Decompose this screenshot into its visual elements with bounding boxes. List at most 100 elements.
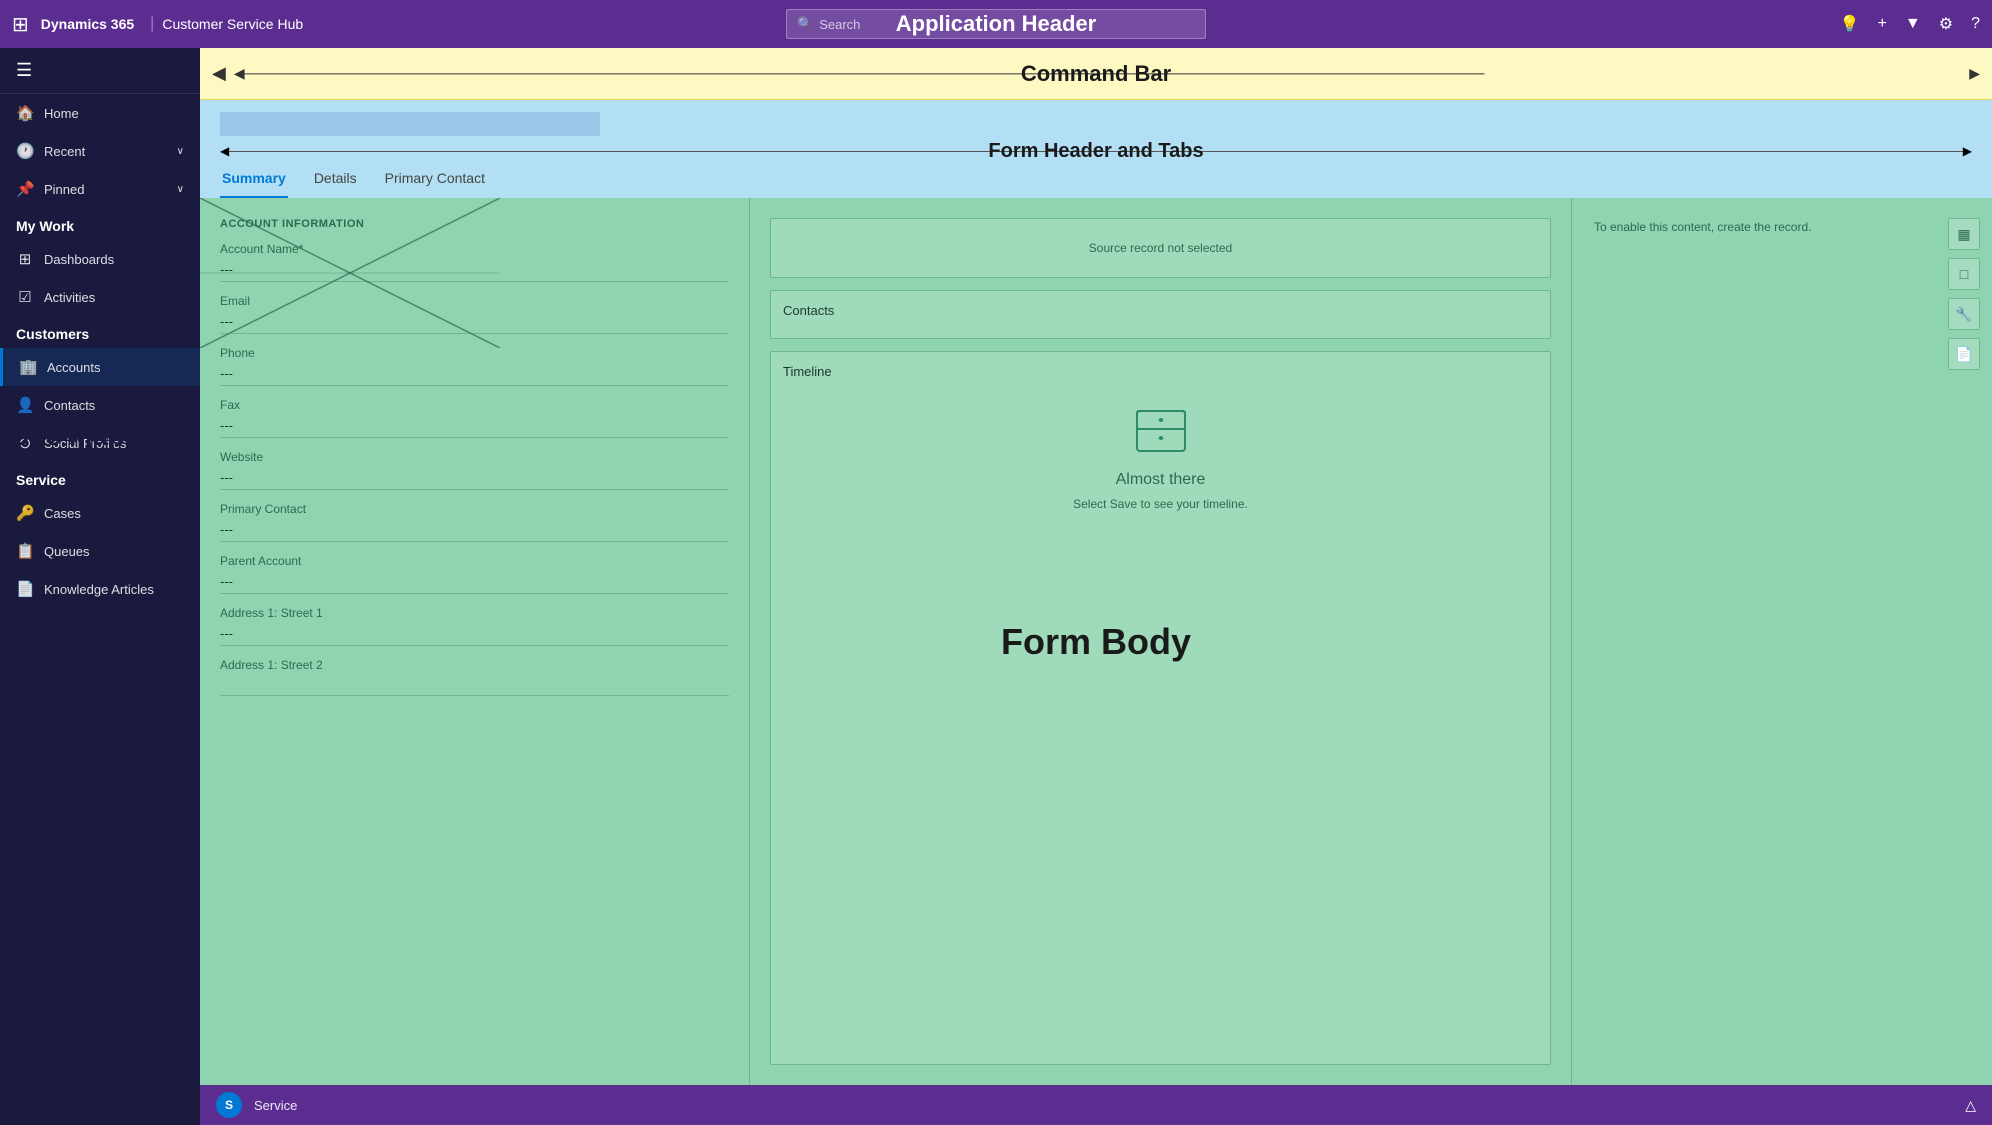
help-icon[interactable]: ? xyxy=(1971,15,1980,33)
field-value-account-name[interactable]: --- xyxy=(220,258,729,282)
brand-name: Dynamics 365 xyxy=(41,16,134,32)
sidebar-item-contacts[interactable]: 👤 Contacts xyxy=(0,386,200,424)
sidebar-social-profiles-label: Social Profiles xyxy=(44,436,126,451)
sidebar-item-dashboards[interactable]: ⊞ Dashboards xyxy=(0,240,200,278)
account-info-title: ACCOUNT INFORMATION xyxy=(220,218,729,230)
field-label-parent-account: Parent Account xyxy=(220,554,729,568)
hamburger-icon[interactable]: ☰ xyxy=(16,60,32,81)
sidebar-accounts-label: Accounts xyxy=(47,360,100,375)
search-icon: 🔍 xyxy=(797,16,813,32)
lightbulb-icon[interactable]: 💡 xyxy=(1840,14,1860,34)
pin-icon: 📌 xyxy=(16,180,34,198)
svg-text:···: ··· xyxy=(1157,434,1165,443)
right-icon-square[interactable]: □ xyxy=(1948,258,1980,290)
arrow-right-form: ▶ xyxy=(1963,144,1972,158)
right-panel-message: To enable this content, create the recor… xyxy=(1584,210,1821,244)
sidebar-item-activities[interactable]: ☑ Activities xyxy=(0,278,200,316)
field-value-parent-account[interactable]: --- xyxy=(220,570,729,594)
waffle-icon[interactable]: ⊞ xyxy=(12,12,29,37)
field-value-phone[interactable]: --- xyxy=(220,362,729,386)
contacts-icon: 👤 xyxy=(16,396,34,414)
timeline-panel-title: Timeline xyxy=(783,364,832,379)
arrow-left-icon: ◀───────────────────────────────────────… xyxy=(234,65,1485,82)
sidebar-item-recent[interactable]: 🕐 Recent ∨ xyxy=(0,132,200,170)
settings-icon[interactable]: ⚙ xyxy=(1939,14,1953,34)
app-header: ⊞ Dynamics 365 | Customer Service Hub 🔍 … xyxy=(0,0,1992,48)
sidebar-item-pinned-label: Pinned xyxy=(44,182,84,197)
form-header-label: Form Header and Tabs xyxy=(988,140,1203,163)
footer-expand-icon[interactable]: △ xyxy=(1965,1097,1976,1114)
account-info-panel: ACCOUNT INFORMATION Account Name* --- Em… xyxy=(200,198,750,1085)
timeline-panel: Timeline ··· ··· Almost there Select Sav… xyxy=(770,351,1551,1065)
section-customers: Customers xyxy=(0,316,200,348)
field-value-website[interactable]: --- xyxy=(220,466,729,490)
tab-details[interactable]: Details xyxy=(312,164,359,198)
chevron-down-icon-pinned: ∨ xyxy=(177,184,184,195)
content-area: ◀ ◀─────────────────────────────────────… xyxy=(200,48,1992,1125)
field-value-address1-street1[interactable]: --- xyxy=(220,622,729,646)
svg-text:···: ··· xyxy=(1157,416,1165,425)
search-box[interactable]: 🔍 Search xyxy=(786,9,1206,39)
right-panel: To enable this content, create the recor… xyxy=(1572,198,1992,1085)
add-icon[interactable]: + xyxy=(1878,15,1887,33)
form-title-bar xyxy=(220,112,600,136)
queues-icon: 📋 xyxy=(16,542,34,560)
sidebar-cases-label: Cases xyxy=(44,506,81,521)
section-service: Service xyxy=(0,462,200,494)
back-button[interactable]: ◀ xyxy=(212,63,226,84)
field-value-address1-street2[interactable] xyxy=(220,674,729,696)
almost-there-title: Almost there xyxy=(1116,471,1206,489)
sidebar-item-pinned[interactable]: 📌 Pinned ∨ xyxy=(0,170,200,208)
field-value-primary-contact[interactable]: --- xyxy=(220,518,729,542)
sidebar-item-knowledge-articles[interactable]: 📄 Knowledge Articles xyxy=(0,570,200,608)
home-icon: 🏠 xyxy=(16,104,34,122)
source-record-message: Source record not selected xyxy=(783,231,1538,265)
sidebar-contacts-label: Contacts xyxy=(44,398,95,413)
sidebar-dashboards-label: Dashboards xyxy=(44,252,114,267)
search-placeholder: Search xyxy=(819,17,860,32)
sidebar-activities-label: Activities xyxy=(44,290,95,305)
header-separator: | xyxy=(150,15,154,33)
right-icon-grid[interactable]: ▦ xyxy=(1948,218,1980,250)
main-layout: ☰ 🏠 Home 🕐 Recent ∨ 📌 Pinned ∨ My Work ⊞… xyxy=(0,48,1992,1125)
tab-summary[interactable]: Summary xyxy=(220,164,288,198)
tab-primary-contact[interactable]: Primary Contact xyxy=(383,164,487,198)
arrow-left-form: ◀ xyxy=(220,144,229,158)
sidebar-item-home-label: Home xyxy=(44,106,79,121)
cabinet-icon: ··· ··· xyxy=(1133,407,1189,455)
social-profiles-icon: ⊙ xyxy=(16,434,34,452)
cases-icon: 🔑 xyxy=(16,504,34,522)
almost-there-sub: Select Save to see your timeline. xyxy=(1073,497,1248,511)
sidebar-item-accounts[interactable]: 🏢 Accounts xyxy=(0,348,200,386)
field-value-email[interactable]: --- xyxy=(220,310,729,334)
chevron-down-icon: ∨ xyxy=(177,146,184,157)
right-icon-wrench[interactable]: 🔧 xyxy=(1948,298,1980,330)
field-label-account-name: Account Name* xyxy=(220,242,729,256)
field-label-address1-street2: Address 1: Street 2 xyxy=(220,658,729,672)
footer-label: Service xyxy=(254,1098,297,1113)
sidebar-item-queues[interactable]: 📋 Queues xyxy=(0,532,200,570)
field-label-address1-street1: Address 1: Street 1 xyxy=(220,606,729,620)
knowledge-articles-icon: 📄 xyxy=(16,580,34,598)
sidebar-item-cases[interactable]: 🔑 Cases xyxy=(0,494,200,532)
sidebar-item-social-profiles[interactable]: ⊙ Social Profiles xyxy=(0,424,200,462)
activities-icon: ☑ xyxy=(16,288,34,306)
sidebar-item-recent-label: Recent xyxy=(44,144,85,159)
command-bar: ◀ ◀─────────────────────────────────────… xyxy=(200,48,1992,100)
accounts-icon: 🏢 xyxy=(19,358,37,376)
right-icon-doc[interactable]: 📄 xyxy=(1948,338,1980,370)
arrow-right-icon: ▶ xyxy=(1969,65,1980,82)
field-value-fax[interactable]: --- xyxy=(220,414,729,438)
filter-icon[interactable]: ▼ xyxy=(1905,15,1921,33)
right-panel-icons: ▦ □ 🔧 📄 xyxy=(1948,218,1980,370)
field-label-fax: Fax xyxy=(220,398,729,412)
field-label-primary-contact: Primary Contact xyxy=(220,502,729,516)
sidebar-item-home[interactable]: 🏠 Home xyxy=(0,94,200,132)
contacts-panel: Contacts xyxy=(770,290,1551,339)
tabs-row: Summary Details Primary Contact xyxy=(220,164,1972,198)
footer-bar: S Service △ xyxy=(200,1085,1992,1125)
contacts-panel-title: Contacts xyxy=(783,303,1538,318)
section-my-work: My Work xyxy=(0,208,200,240)
module-name: Customer Service Hub xyxy=(162,16,303,32)
footer-avatar: S xyxy=(216,1092,242,1118)
